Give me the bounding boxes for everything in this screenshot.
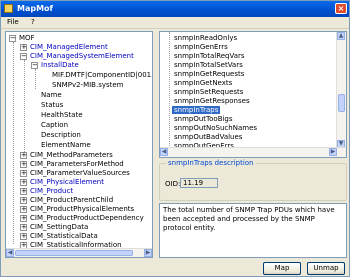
scroll-left-icon[interactable]: ◀ bbox=[6, 249, 14, 257]
list-item[interactable]: snmpInTotalSetVars bbox=[174, 61, 243, 69]
map-button[interactable]: Map bbox=[263, 262, 301, 275]
tree-connector bbox=[24, 60, 25, 152]
app-icon bbox=[4, 4, 13, 13]
tree-connector bbox=[13, 42, 14, 244]
list-item[interactable]: snmpInGetRequests bbox=[174, 70, 244, 78]
menu-help[interactable]: ? bbox=[31, 18, 35, 26]
resize-grip-icon[interactable]: ⋰ bbox=[340, 267, 348, 275]
collapse-icon[interactable]: − bbox=[20, 53, 27, 60]
close-icon: × bbox=[337, 4, 345, 13]
expand-icon[interactable]: + bbox=[20, 161, 27, 168]
tree-connector bbox=[169, 32, 170, 148]
list-horizontal-scrollbar[interactable]: ◀ ▶ bbox=[160, 147, 346, 157]
list-item[interactable]: snmpInGetNexts bbox=[174, 79, 232, 87]
menu-file[interactable]: File bbox=[7, 18, 19, 26]
title-bar[interactable]: MapMof × bbox=[1, 1, 349, 17]
collapse-icon[interactable]: − bbox=[9, 35, 16, 42]
list-item[interactable]: snmpOutTooBigs bbox=[174, 115, 233, 123]
list-item-selected[interactable]: snmpInTraps bbox=[172, 106, 221, 114]
expand-icon[interactable]: + bbox=[20, 179, 27, 186]
expand-icon[interactable]: + bbox=[20, 197, 27, 204]
oid-label: OID: bbox=[165, 180, 181, 188]
expand-icon[interactable]: + bbox=[20, 206, 27, 213]
expand-icon[interactable]: + bbox=[20, 215, 27, 222]
expand-icon[interactable]: + bbox=[20, 170, 27, 177]
main-window: MapMof × File ? − MOF + CIM_ManagedEleme… bbox=[0, 0, 350, 277]
expand-icon[interactable]: + bbox=[20, 233, 27, 240]
tree-horizontal-scrollbar[interactable]: ◀ ▶ bbox=[6, 248, 152, 257]
list-item[interactable]: snmpOutBadValues bbox=[174, 133, 242, 141]
snmp-list[interactable]: snmpInReadOnlys snmpInGenErrs snmpInTota… bbox=[159, 31, 347, 158]
window-title: MapMof bbox=[17, 4, 54, 13]
collapse-icon[interactable]: − bbox=[31, 62, 38, 69]
list-item[interactable]: snmpInSetRequests bbox=[174, 88, 243, 96]
mof-tree[interactable]: − MOF + CIM_ManagedElement − CIM_Managed… bbox=[5, 31, 153, 258]
menu-bar: File ? bbox=[1, 17, 349, 29]
list-vertical-scrollbar[interactable]: ▲ ▼ bbox=[336, 32, 346, 148]
list-item[interactable]: snmpInGenErrs bbox=[174, 43, 228, 51]
scroll-thumb[interactable] bbox=[15, 250, 133, 256]
tree-connector bbox=[35, 69, 36, 89]
list-item[interactable]: snmpInGetResponses bbox=[174, 97, 250, 105]
list-item[interactable]: snmpOutNoSuchNames bbox=[174, 124, 257, 132]
list-item[interactable]: snmpInReadOnlys bbox=[174, 34, 237, 42]
expand-icon[interactable]: + bbox=[20, 224, 27, 231]
expand-icon[interactable]: + bbox=[20, 188, 27, 195]
scroll-left-icon[interactable]: ◀ bbox=[160, 148, 168, 156]
group-title: snmpInTraps description bbox=[166, 159, 256, 167]
description-text[interactable]: The total number of SNMP Trap PDUs which… bbox=[159, 203, 347, 258]
list-item[interactable]: snmpInTotalReqVars bbox=[174, 52, 245, 60]
oid-field[interactable]: 11.19 bbox=[180, 178, 218, 188]
scroll-right-icon[interactable]: ▶ bbox=[144, 249, 152, 257]
scroll-thumb[interactable] bbox=[338, 94, 345, 112]
scroll-right-icon[interactable]: ▶ bbox=[329, 148, 337, 156]
close-button[interactable]: × bbox=[335, 3, 347, 14]
scroll-up-icon[interactable]: ▲ bbox=[337, 32, 345, 40]
expand-icon[interactable]: + bbox=[20, 152, 27, 159]
expand-icon[interactable]: + bbox=[20, 44, 27, 51]
description-group: snmpInTraps description OID: 11.19 bbox=[159, 159, 347, 201]
